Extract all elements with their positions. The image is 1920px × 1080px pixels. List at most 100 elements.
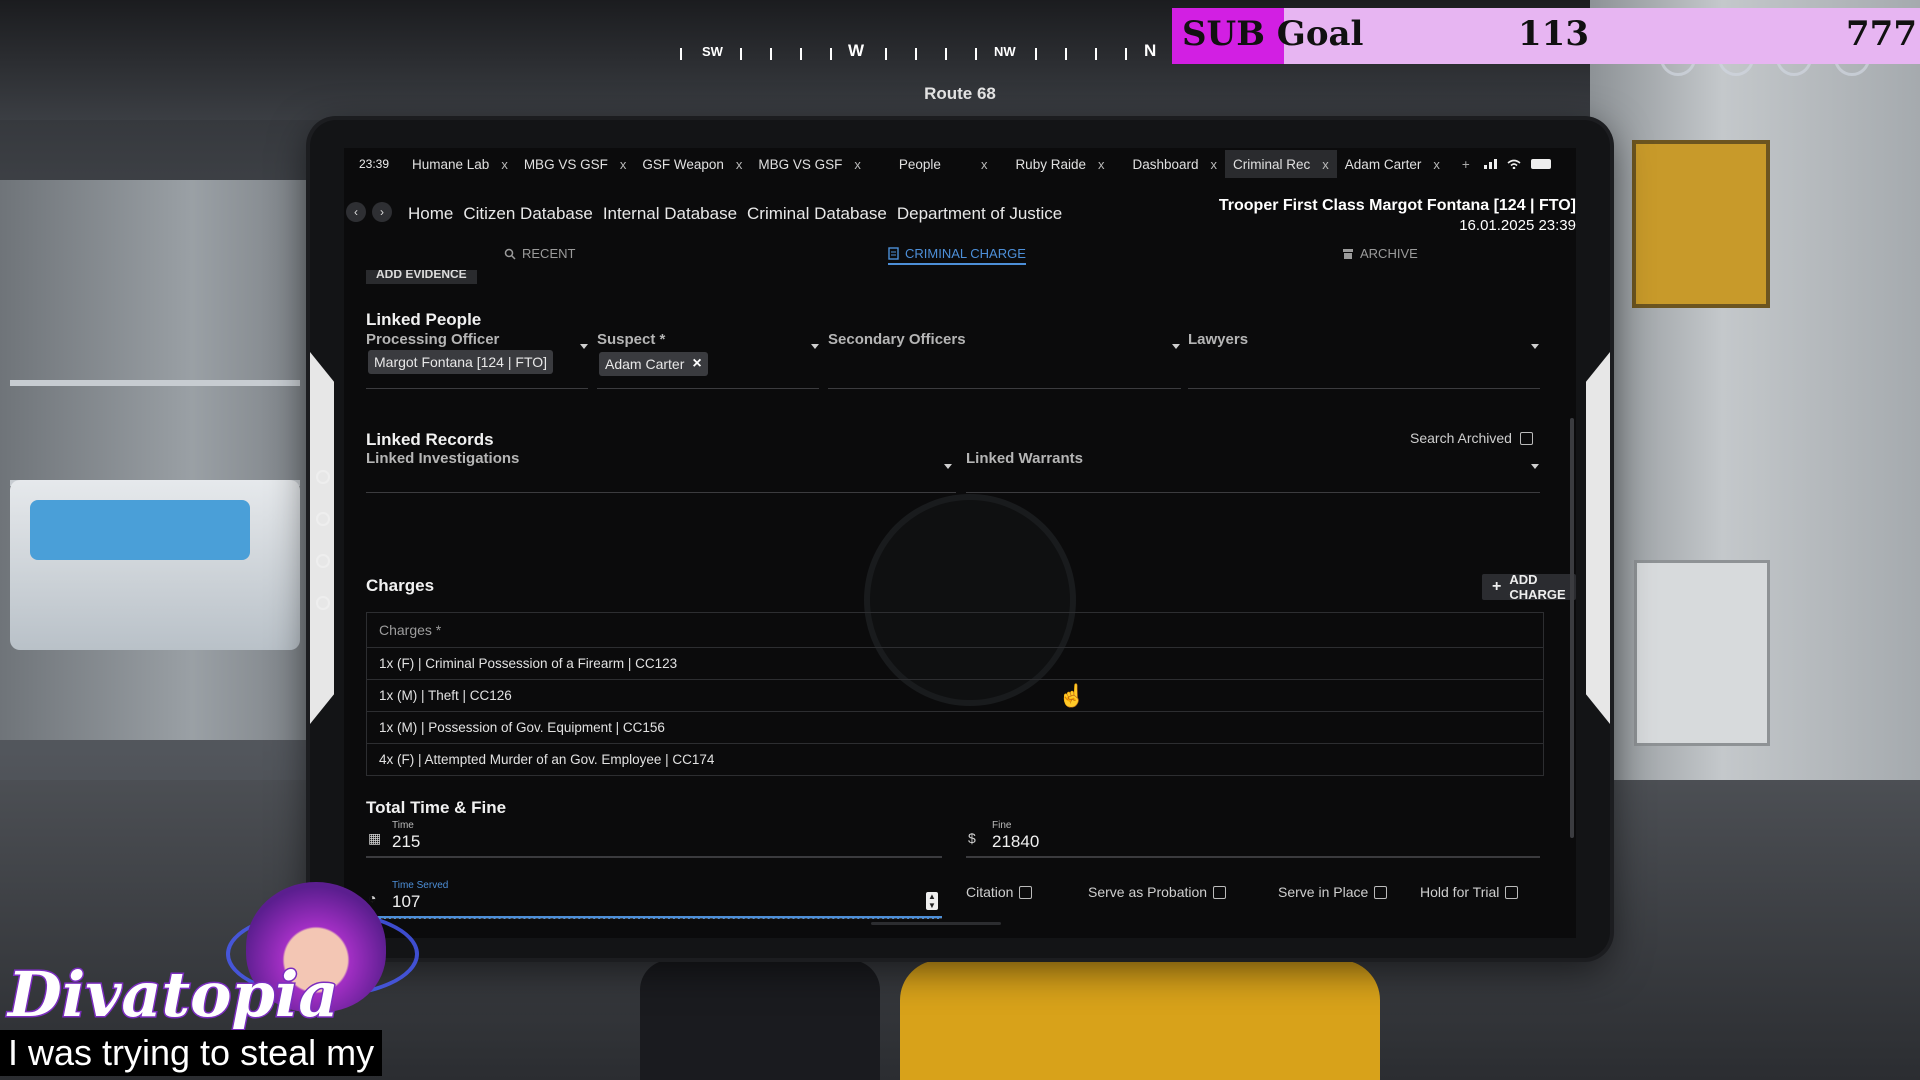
search-archived-option[interactable]: Search Archived [1410,430,1533,446]
probation-label: Serve as Probation [1088,884,1208,900]
side-dot-icon[interactable] [316,554,330,568]
tab-close-icon[interactable]: x [1322,157,1329,172]
side-dot-icon[interactable] [316,596,330,610]
hold-for-trial-label: Hold for Trial [1420,884,1500,900]
nav-row: ‹ › Home Citizen Database Internal Datab… [344,196,1576,236]
tab-mbg-vs-gsf[interactable]: MBG VS GSF x [516,150,635,178]
tab-close-icon[interactable]: x [854,157,861,172]
tab-mbg-vs-gsf-2[interactable]: MBG VS GSF x [750,150,869,178]
add-charge-label: ADD CHARGE [1509,572,1566,602]
hold-for-trial-option[interactable]: Hold for Trial [1420,884,1519,900]
compass-tick [680,48,682,60]
bottom-scroll-indicator [871,922,1001,925]
side-dot-icon[interactable] [316,512,330,526]
compass-tick [740,48,742,60]
chevron-down-icon[interactable] [1531,344,1539,349]
add-evidence-button[interactable]: ADD EVIDENCE [366,270,477,284]
search-archived-label: Search Archived [1410,430,1512,446]
tab-label: GSF Weapon [642,156,724,172]
chevron-down-icon[interactable] [811,344,819,349]
tab-dashboard[interactable]: Dashboard x [1112,150,1225,178]
tablet-side-dots [316,470,330,638]
tab-label: MBG VS GSF [523,156,608,172]
tab-close-icon[interactable]: x [1098,157,1105,172]
forward-button[interactable]: › [372,202,392,222]
side-dot-icon[interactable] [316,470,330,484]
compass-tick [830,48,832,60]
nav-criminal-database[interactable]: Criminal Database [747,204,887,224]
serve-in-place-option[interactable]: Serve in Place [1278,884,1388,900]
subtab-archive[interactable]: ARCHIVE [1342,246,1418,261]
charge-row[interactable]: 1x (M) | Theft | CC126 [367,680,1543,712]
chevron-down-icon[interactable] [944,464,952,469]
charges-title: Charges [366,576,435,595]
hold-for-trial-checkbox[interactable] [1505,885,1519,899]
tab-close-icon[interactable]: x [501,157,508,172]
time-label: Time [392,820,414,831]
tab-gsf-weapon[interactable]: GSF Weapon x [634,150,750,178]
suspect-label: Suspect * [597,331,666,348]
charge-row[interactable]: 1x (M) | Possession of Gov. Equipment | … [367,712,1543,744]
tab-people[interactable]: People x [869,150,996,178]
tab-adam-carter[interactable]: Adam Carter x [1337,150,1448,178]
field-underline [366,916,942,919]
wifi-icon [1507,159,1521,169]
tab-ruby-raide[interactable]: Ruby Raide x [995,150,1112,178]
lawyers-label: Lawyers [1188,331,1249,348]
scrollbar[interactable] [1570,418,1574,838]
nav-department-of-justice[interactable]: Department of Justice [897,204,1062,224]
field-underline [366,856,942,858]
number-stepper[interactable]: ▲ ▼ [926,892,938,910]
tab-close-icon[interactable]: x [620,157,627,172]
citation-checkbox[interactable] [1019,885,1033,899]
back-button[interactable]: ‹ [346,202,366,222]
streamer-name: Divatopia [7,957,341,1033]
browser-tab-bar: 23:39 Humane Lab x MBG VS GSF x GSF Weapon… [344,148,1576,180]
tab-label: Adam Carter [1344,156,1422,172]
charges-header: Charges * [367,613,1543,648]
search-icon [504,248,516,260]
chevron-down-icon[interactable] [580,344,588,349]
signal-icon [1483,159,1497,169]
search-archived-checkbox[interactable] [1519,431,1533,445]
nav-citizen-database[interactable]: Citizen Database [463,204,592,224]
probation-checkbox[interactable] [1213,885,1227,899]
sub-goal-banner: SUB Goal 113 777 [1172,8,1920,64]
time-value: 215 [392,832,421,851]
citation-option[interactable]: Citation [966,884,1033,900]
nav-internal-database[interactable]: Internal Database [603,204,737,224]
secondary-officers-field[interactable] [828,388,1181,389]
new-tab-button[interactable]: + [1462,157,1470,172]
close-icon[interactable]: × [692,355,701,373]
tab-close-icon[interactable]: x [736,157,743,172]
add-charge-button[interactable]: + ADD CHARGE [1482,572,1576,602]
tab-close-icon[interactable]: x [981,157,988,172]
subtab-criminal-charge[interactable]: CRIMINAL CHARGE [888,246,1026,265]
tab-criminal-record[interactable]: Criminal Rec x [1225,150,1337,178]
officer-info: Trooper First Class Margot Fontana [124 … [1219,196,1576,236]
chip-label: Adam Carter [605,356,685,372]
nav-home[interactable]: Home [408,204,453,224]
battery-icon [1530,159,1551,169]
sub-goal-target: 777 [1846,14,1917,54]
processing-officer-label: Processing Officer [366,331,500,348]
charge-row[interactable]: 1x (F) | Criminal Possession of a Firear… [367,648,1543,680]
linked-investigations-field[interactable] [366,492,956,493]
officer-datetime: 16.01.2025 23:39 [1459,217,1576,234]
tab-humane-lab[interactable]: Humane Lab x [404,150,516,178]
subtab-recent[interactable]: RECENT [504,246,575,261]
chevron-down-icon[interactable] [1531,464,1539,469]
probation-option[interactable]: Serve as Probation [1088,884,1227,900]
chevron-down-icon[interactable] [1172,344,1180,349]
compass-sw: SW [702,44,723,59]
charge-row[interactable]: 4x (F) | Attempted Murder of an Gov. Emp… [367,744,1543,775]
tab-close-icon[interactable]: x [1211,157,1218,172]
tab-close-icon[interactable]: x [1433,157,1440,172]
field-underline [597,388,819,389]
linked-warrants-field[interactable] [966,492,1540,493]
fine-label: Fine [992,820,1012,831]
lawyers-field[interactable] [1188,388,1540,389]
tab-label: MBG VS GSF [758,156,843,172]
linked-investigations-label: Linked Investigations [366,450,520,467]
serve-in-place-checkbox[interactable] [1374,885,1388,899]
